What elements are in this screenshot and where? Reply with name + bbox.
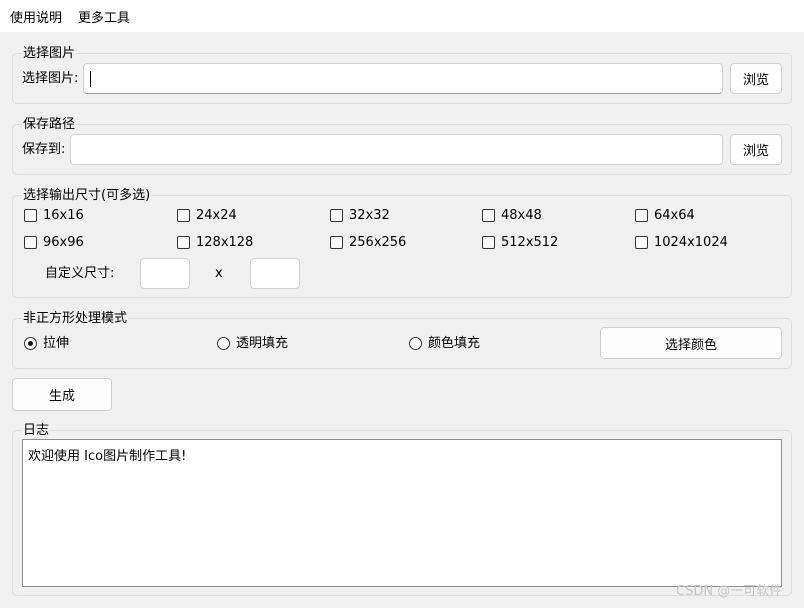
size-96-checkbox[interactable] — [24, 236, 37, 249]
generate-button[interactable]: 生成 — [12, 378, 112, 411]
browse-image-button[interactable]: 浏览 — [730, 63, 782, 94]
browse-save-button[interactable]: 浏览 — [730, 134, 782, 165]
log-textarea[interactable]: 欢迎使用 Ico图片制作工具! — [22, 439, 782, 587]
image-path-input[interactable] — [83, 63, 723, 94]
size-16-label: 16x16 — [43, 208, 84, 223]
size-512-label: 512x512 — [501, 235, 559, 250]
custom-width-input[interactable] — [140, 258, 190, 289]
stretch-radio[interactable] — [24, 337, 37, 350]
custom-size-times: x — [215, 266, 223, 281]
size-64-checkbox[interactable] — [635, 209, 648, 222]
size-32-label: 32x32 — [349, 208, 390, 223]
menu-usage[interactable]: 使用说明 — [10, 11, 62, 27]
color-fill-label: 颜色填充 — [428, 336, 481, 351]
transparent-fill-radio[interactable] — [217, 337, 230, 350]
mode-group-title: 非正方形处理模式 — [22, 311, 129, 327]
size-24-label: 24x24 — [196, 208, 237, 223]
log-content: 欢迎使用 Ico图片制作工具! — [28, 449, 187, 464]
size-128-checkbox[interactable] — [177, 236, 190, 249]
log-group-title: 日志 — [22, 423, 51, 439]
save-path-group-title: 保存路径 — [22, 117, 77, 133]
size-1024-checkbox[interactable] — [635, 236, 648, 249]
transparent-fill-label: 透明填充 — [236, 336, 289, 351]
size-16-checkbox[interactable] — [24, 209, 37, 222]
save-path-input[interactable] — [70, 134, 723, 165]
watermark-text: CSDN @一可软件 — [676, 584, 783, 599]
output-sizes-group-title: 选择输出尺寸(可多选) — [22, 188, 152, 204]
size-24-checkbox[interactable] — [177, 209, 190, 222]
choose-color-button[interactable]: 选择颜色 — [600, 327, 782, 359]
size-48-checkbox[interactable] — [482, 209, 495, 222]
menu-bar: 使用说明 更多工具 — [0, 0, 804, 32]
select-image-group-title: 选择图片 — [22, 46, 77, 62]
menu-more-tools[interactable]: 更多工具 — [78, 11, 130, 27]
custom-height-input[interactable] — [250, 258, 300, 289]
custom-size-label: 自定义尺寸: — [45, 266, 115, 281]
size-32-checkbox[interactable] — [330, 209, 343, 222]
size-96-label: 96x96 — [43, 235, 84, 250]
size-1024-label: 1024x1024 — [654, 235, 728, 250]
text-caret — [90, 71, 91, 87]
size-256-label: 256x256 — [349, 235, 407, 250]
save-path-label: 保存到: — [22, 142, 66, 157]
size-64-label: 64x64 — [654, 208, 695, 223]
color-fill-radio[interactable] — [409, 337, 422, 350]
size-512-checkbox[interactable] — [482, 236, 495, 249]
size-128-label: 128x128 — [196, 235, 254, 250]
size-256-checkbox[interactable] — [330, 236, 343, 249]
stretch-label: 拉伸 — [43, 336, 70, 351]
size-48-label: 48x48 — [501, 208, 542, 223]
select-image-label: 选择图片: — [22, 71, 79, 86]
